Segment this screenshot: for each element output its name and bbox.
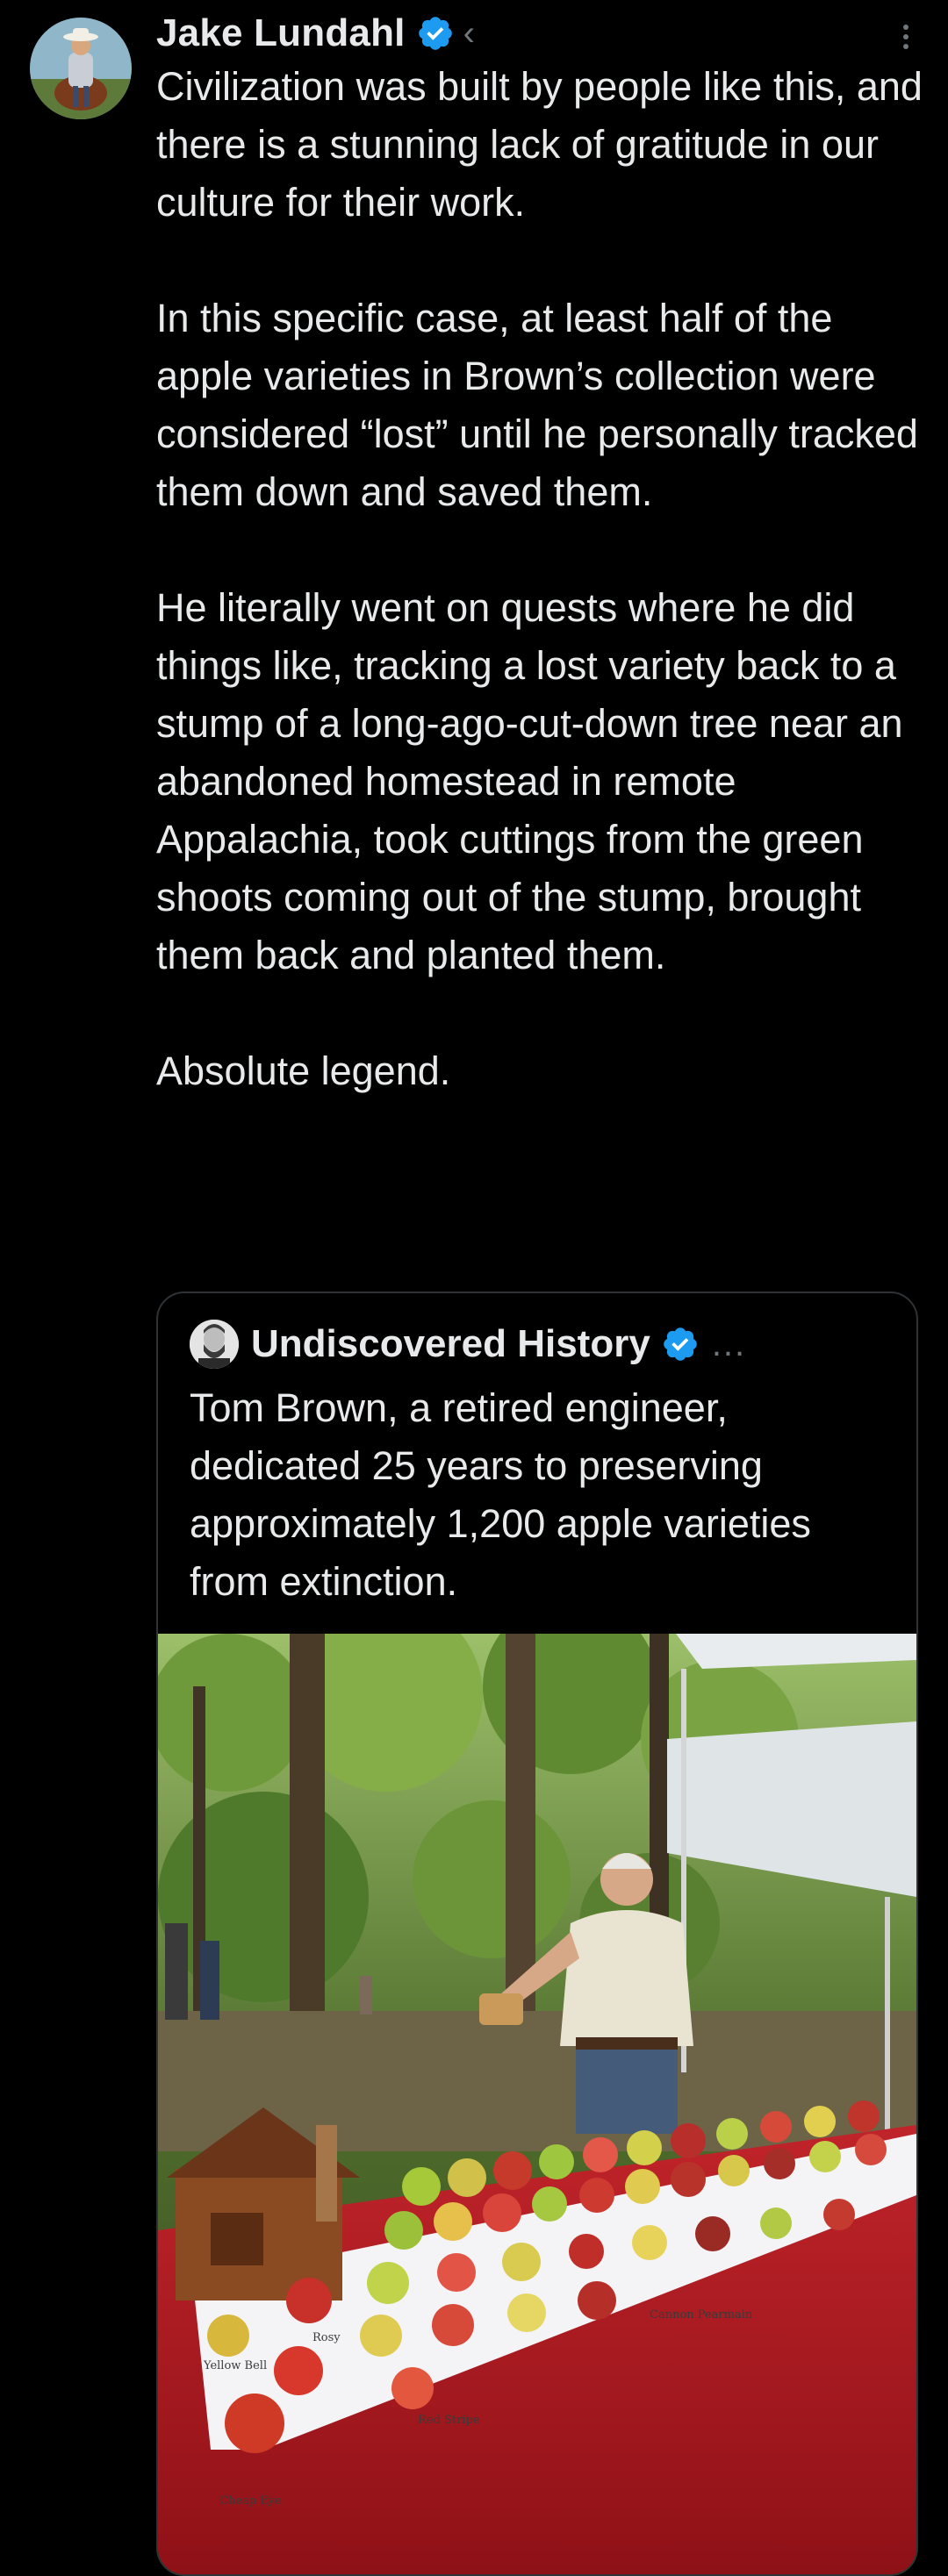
- quoted-author-avatar[interactable]: [190, 1320, 239, 1369]
- quoted-author-display-name[interactable]: Undiscovered History: [251, 1322, 650, 1366]
- post-paragraph: He literally went on quests where he did…: [156, 585, 903, 977]
- variety-label: Red Stripe: [418, 2414, 480, 2427]
- post-paragraph: Civilization was built by people like th…: [156, 64, 923, 225]
- variety-label: Cheap Eye: [219, 2494, 282, 2508]
- verified-badge-icon: [418, 17, 452, 50]
- author-display-name[interactable]: Jake Lundahl: [156, 11, 406, 55]
- post-paragraph: In this specific case, at least half of …: [156, 296, 918, 514]
- post-header: Jake Lundahl ‹: [156, 7, 475, 60]
- more-vertical-icon[interactable]: [888, 19, 923, 54]
- quoted-post-photo[interactable]: Yellow Bell Rosy Red Stripe Cheap Eye Ca…: [158, 1634, 916, 2574]
- variety-label: Yellow Bell: [203, 2359, 267, 2372]
- verified-badge-icon: [664, 1327, 697, 1361]
- author-avatar[interactable]: [30, 18, 132, 119]
- quoted-post-text: Tom Brown, a retired engineer, dedicated…: [190, 1385, 811, 1604]
- variety-label: Cannon Pearmain: [650, 2308, 753, 2322]
- apple-display-photo: Yellow Bell Rosy Red Stripe Cheap Eye Ca…: [158, 1634, 916, 2574]
- author-handle[interactable]: ‹: [463, 14, 475, 54]
- post: Jake Lundahl ‹ Civilization was built by…: [0, 0, 948, 2576]
- post-text: Civilization was built by people like th…: [156, 58, 929, 1100]
- variety-label: Rosy: [312, 2331, 341, 2344]
- post-paragraph: Absolute legend.: [156, 1048, 451, 1093]
- quoted-more-indicator: ...: [711, 1324, 747, 1363]
- quoted-post-card[interactable]: Undiscovered History ... Tom Brown, a re…: [156, 1292, 918, 2576]
- quoted-post-header: Undiscovered History ...: [190, 1318, 746, 1370]
